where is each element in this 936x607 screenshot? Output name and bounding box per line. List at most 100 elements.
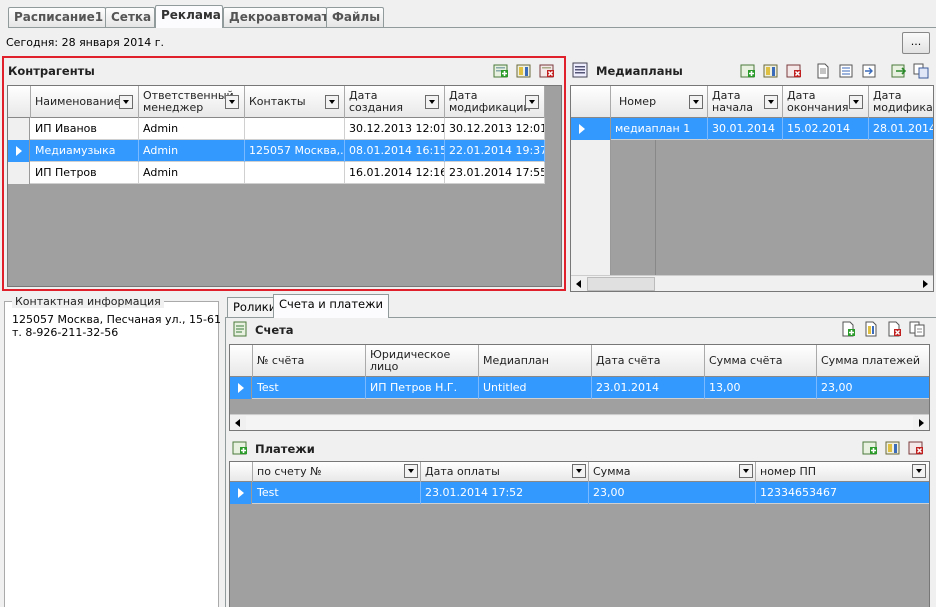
tab-setka[interactable]: Сетка — [105, 7, 155, 27]
table-cell: 28.01.2014 — [869, 118, 933, 140]
row-indicator[interactable] — [8, 140, 30, 162]
table-cell: 30.12.2013 12:01 — [445, 118, 545, 140]
tab-dekroavtomat[interactable]: Декроавтомат — [223, 7, 329, 27]
chevron-down-icon[interactable] — [739, 464, 753, 478]
invoices-col-payments[interactable]: Сумма платежей — [817, 345, 929, 377]
export-icon[interactable] — [891, 63, 907, 79]
mediaplans-col-end-label: Дата окончания — [787, 89, 849, 114]
scroll-left-button[interactable] — [230, 415, 246, 430]
table-cell: Медиамузыка — [31, 140, 139, 162]
payments-col-invoice[interactable]: по счету № — [253, 462, 421, 482]
mediaplans-col-number[interactable]: Номер — [611, 86, 708, 118]
invoices-col-entity[interactable]: Юридическое лицо — [366, 345, 479, 377]
row-indicator[interactable] — [8, 118, 30, 140]
edit-invoice-icon[interactable] — [863, 321, 879, 337]
chevron-down-icon[interactable] — [404, 464, 418, 478]
document-icon[interactable] — [815, 63, 831, 79]
chevron-down-icon[interactable] — [689, 95, 703, 109]
mediaplans-col-line — [655, 140, 656, 275]
chevron-down-icon[interactable] — [225, 95, 239, 109]
payments-col-ppnumber[interactable]: номер ПП — [756, 462, 929, 482]
invoices-hscrollbar[interactable] — [230, 414, 929, 430]
chevron-down-icon[interactable] — [425, 95, 439, 109]
contragents-col-name[interactable]: Наименование — [31, 86, 139, 118]
payments-col-date[interactable]: Дата оплаты — [421, 462, 589, 482]
payments-col-amount-label: Сумма — [593, 465, 631, 478]
table-row-selected[interactable]: Test 23.01.2014 17:52 23,00 12334653467 — [230, 482, 929, 504]
mediaplans-col-start[interactable]: Дата начала — [708, 86, 783, 118]
add-mediaplan-icon[interactable] — [740, 63, 756, 79]
contragents-col-manager-label: Ответственный менеджер — [143, 89, 234, 114]
contragents-col-modified[interactable]: Дата модификации — [445, 86, 545, 118]
edit-payment-icon[interactable] — [885, 440, 901, 456]
contact-info-line1: 125057 Москва, Песчаная ул., 15-61 — [12, 313, 221, 326]
scroll-left-button[interactable] — [571, 276, 587, 291]
contragents-col-created[interactable]: Дата создания — [345, 86, 445, 118]
tab-reklama[interactable]: Реклама — [155, 5, 223, 28]
chevron-down-icon[interactable] — [525, 95, 539, 109]
row-indicator[interactable] — [230, 482, 252, 504]
mediaplans-empty-left — [571, 140, 611, 275]
chevron-down-icon[interactable] — [849, 95, 863, 109]
invoices-col-date[interactable]: Дата счёта — [592, 345, 705, 377]
tab-raspisanie1[interactable]: Расписание1 — [8, 7, 106, 27]
row-indicator[interactable] — [571, 118, 611, 140]
table-row-selected[interactable]: Test ИП Петров Н.Г. Untitled 23.01.2014 … — [230, 377, 929, 399]
mediaplans-icon — [572, 62, 588, 78]
tab-scheta-platezhi[interactable]: Счета и платежи — [273, 294, 389, 318]
mediaplans-col-modified-label: Дата модификации — [873, 89, 933, 114]
row-indicator[interactable] — [230, 377, 252, 399]
delete-contragent-icon[interactable] — [539, 63, 555, 79]
table-row[interactable]: ИП Петров Admin 16.01.2014 12:16 23.01.2… — [8, 162, 545, 184]
tab-divider — [8, 27, 936, 28]
scroll-track[interactable] — [246, 416, 913, 430]
chevron-down-icon[interactable] — [764, 95, 778, 109]
tab-faily[interactable]: Файлы — [326, 7, 384, 27]
chevron-down-icon[interactable] — [119, 95, 133, 109]
add-contragent-icon[interactable] — [493, 63, 509, 79]
chevron-down-icon[interactable] — [572, 464, 586, 478]
contragents-col-contacts[interactable]: Контакты — [245, 86, 345, 118]
invoices-col-number[interactable]: № счёта — [253, 345, 366, 377]
row-indicator[interactable] — [8, 162, 30, 184]
chevron-down-icon[interactable] — [325, 95, 339, 109]
invoices-icon — [233, 321, 247, 337]
chevron-down-icon[interactable] — [912, 464, 926, 478]
table-row-selected[interactable]: медиаплан 1 30.01.2014 15.02.2014 28.01.… — [571, 118, 933, 140]
more-button[interactable]: ... — [902, 32, 930, 54]
mediaplans-header-empty — [571, 86, 611, 118]
copy-invoice-icon[interactable] — [909, 321, 925, 337]
scroll-right-button[interactable] — [913, 415, 929, 430]
payments-col-amount[interactable]: Сумма — [589, 462, 756, 482]
copy-icon[interactable] — [913, 63, 929, 79]
table-cell: медиаплан 1 — [611, 118, 708, 140]
delete-payment-icon[interactable] — [908, 440, 924, 456]
contragents-col-manager[interactable]: Ответственный менеджер — [139, 86, 245, 118]
table-cell — [245, 162, 345, 184]
invoices-col-amount[interactable]: Сумма счёта — [705, 345, 817, 377]
invoices-col-mediaplan[interactable]: Медиаплан — [479, 345, 592, 377]
mediaplans-col-end[interactable]: Дата окончания — [783, 86, 869, 118]
table-cell: 23,00 — [817, 377, 929, 399]
edit-mediaplan-icon[interactable] — [763, 63, 779, 79]
contragents-col-modified-label: Дата модификации — [449, 89, 531, 114]
table-cell: Admin — [139, 140, 245, 162]
document-list-icon[interactable] — [838, 63, 854, 79]
mediaplans-hscrollbar[interactable] — [571, 275, 933, 291]
payments-col-date-label: Дата оплаты — [425, 465, 500, 478]
scroll-right-button[interactable] — [917, 276, 933, 291]
table-cell: 16.01.2014 12:16 — [345, 162, 445, 184]
payments-col-invoice-label: по счету № — [257, 465, 322, 478]
document-move-icon[interactable] — [861, 63, 877, 79]
table-cell: Untitled — [479, 377, 592, 399]
payments-icon — [232, 441, 247, 455]
edit-contragent-icon[interactable] — [516, 63, 532, 79]
delete-mediaplan-icon[interactable] — [786, 63, 802, 79]
scroll-thumb[interactable] — [587, 277, 655, 291]
delete-invoice-icon[interactable] — [886, 321, 902, 337]
table-row-selected[interactable]: Медиамузыка Admin 125057 Москва,... 08.0… — [8, 140, 545, 162]
mediaplans-col-modified[interactable]: Дата модификации — [869, 86, 933, 118]
add-payment-icon[interactable] — [862, 440, 878, 456]
table-row[interactable]: ИП Иванов Admin 30.12.2013 12:01 30.12.2… — [8, 118, 545, 140]
add-invoice-icon[interactable] — [840, 321, 856, 337]
